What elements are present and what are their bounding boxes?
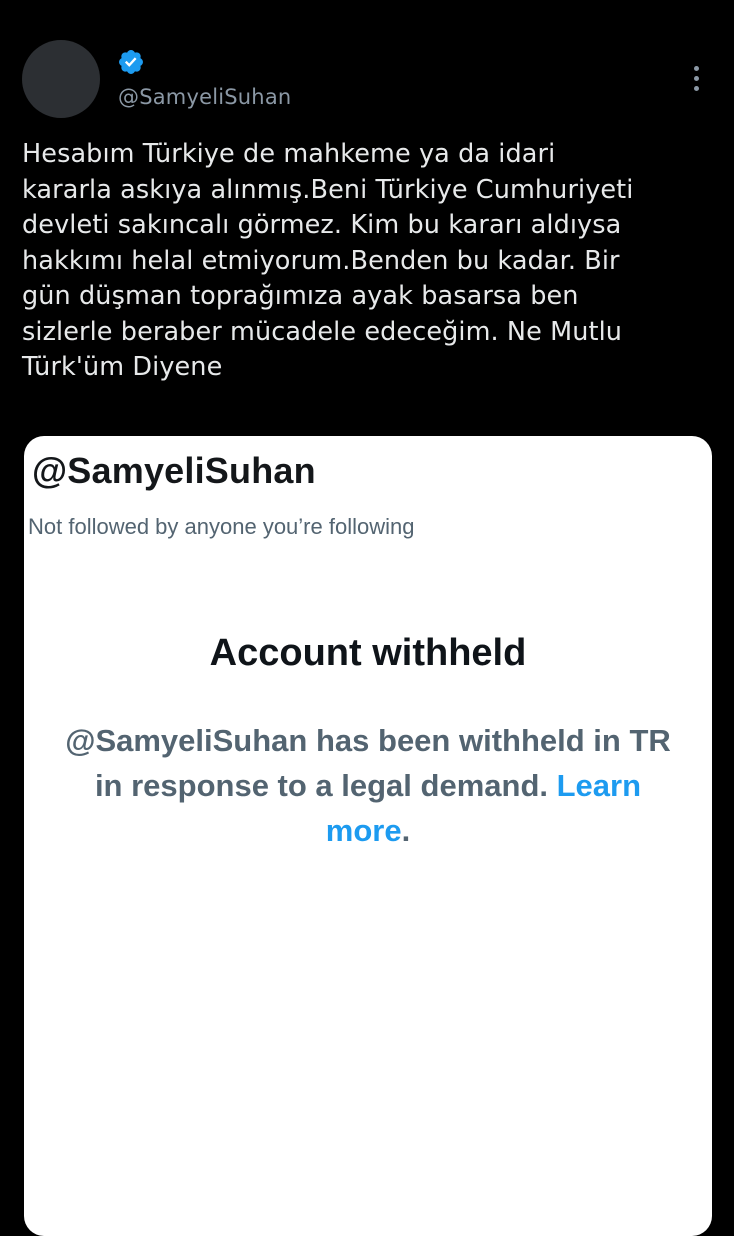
withheld-message-period: . xyxy=(401,813,411,848)
withheld-title: Account withheld xyxy=(209,632,527,674)
tweet-header: @SamyeliSuhan xyxy=(22,40,712,120)
verified-badge-icon xyxy=(119,50,143,74)
avatar[interactable] xyxy=(22,40,100,118)
withheld-message: @SamyeliSuhan has been withheld in TR in… xyxy=(64,718,672,853)
card-profile-handle: @SamyeliSuhan xyxy=(32,450,316,491)
more-options-icon[interactable] xyxy=(690,66,702,96)
attached-screenshot-card[interactable]: @SamyeliSuhan Not followed by anyone you… xyxy=(24,436,712,1236)
card-follow-context: Not followed by anyone you’re following xyxy=(28,514,415,539)
tweet-author-handle[interactable]: @SamyeliSuhan xyxy=(118,85,291,109)
tweet-text: Hesabım Türkiye de mahkeme ya da idari k… xyxy=(22,139,634,382)
